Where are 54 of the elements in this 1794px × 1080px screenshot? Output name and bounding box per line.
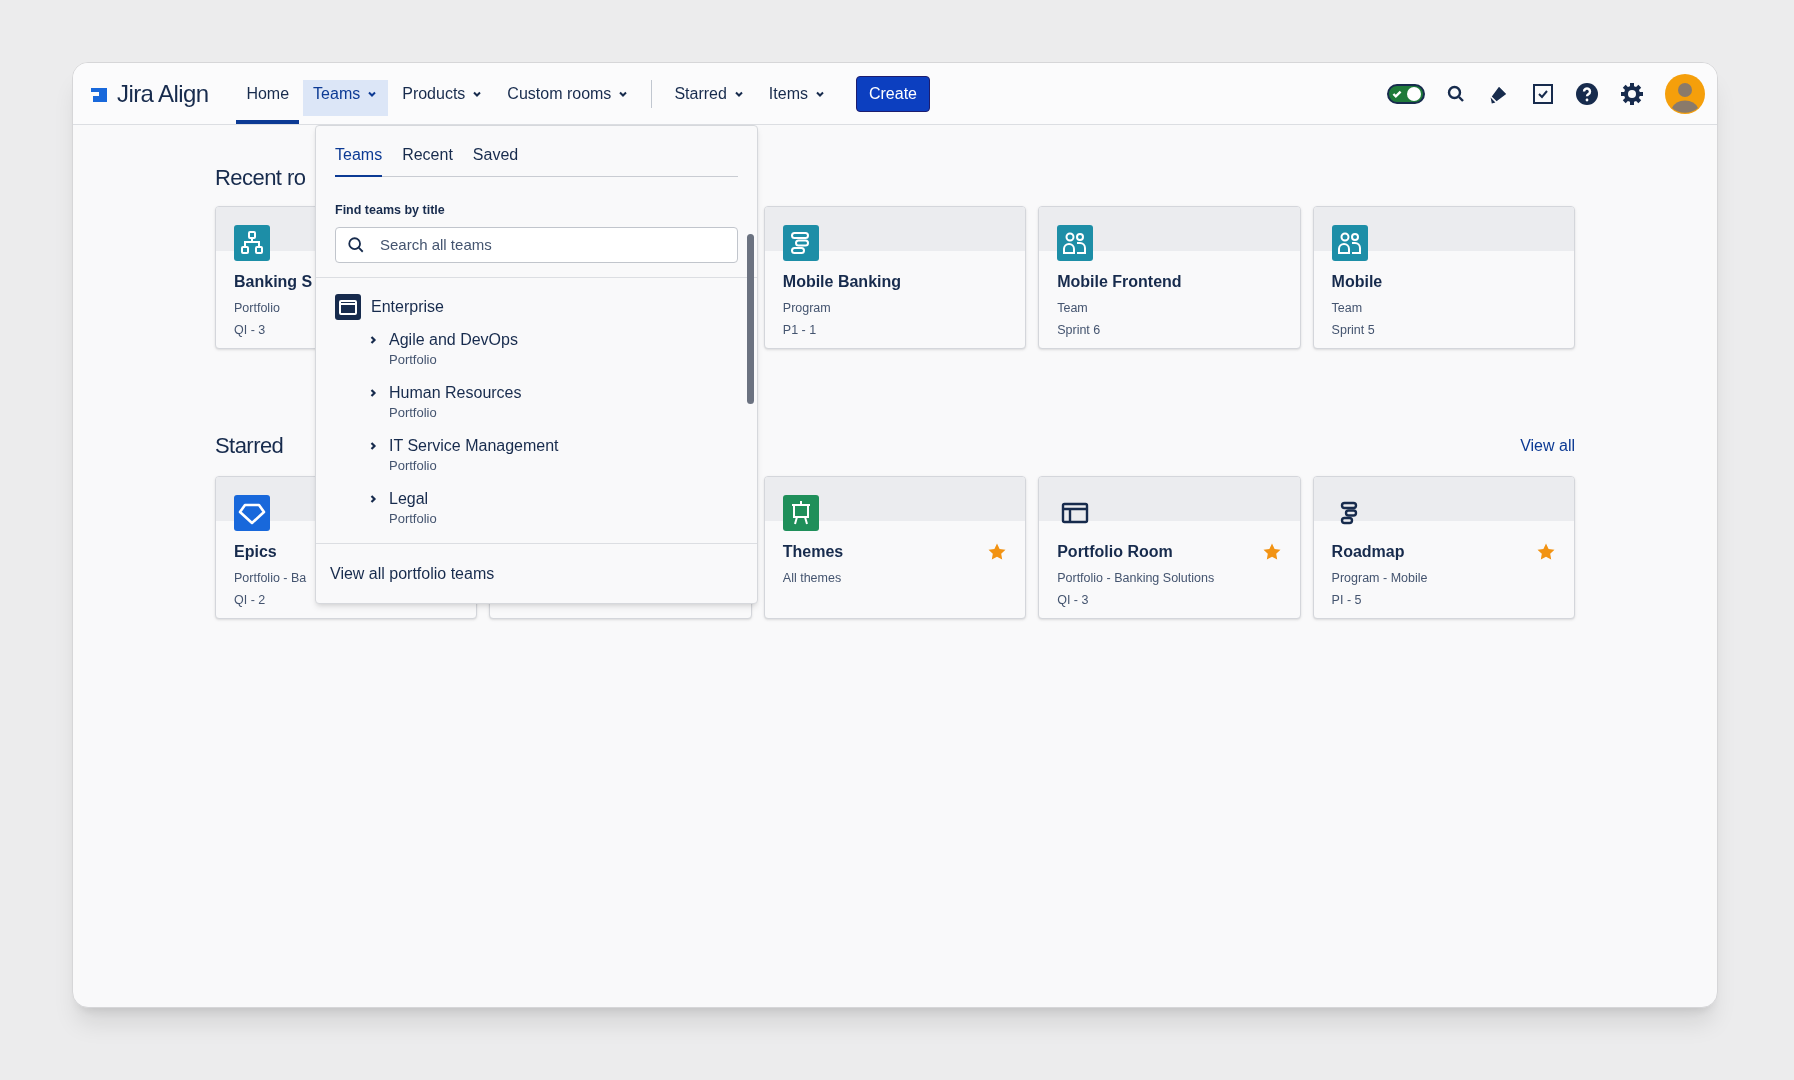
card-subtitle: Portfolio - Ba xyxy=(234,571,307,585)
view-all-link[interactable]: View all xyxy=(1520,433,1575,458)
card-title: Roadmap xyxy=(1331,542,1405,562)
team-name[interactable]: Legal xyxy=(389,488,437,509)
room-card[interactable]: Mobile Banking Program P1 - 1 xyxy=(763,206,1027,349)
card-detail: QI - 3 xyxy=(1057,593,1089,607)
create-button[interactable]: Create xyxy=(855,75,930,112)
card-subtitle: Portfolio xyxy=(234,301,280,315)
card-detail: Sprint 6 xyxy=(1057,323,1101,337)
card-title: Mobile Banking xyxy=(782,272,902,292)
card-title: Epics xyxy=(234,542,277,562)
card-title: Themes xyxy=(782,542,844,562)
card-subtitle: Program xyxy=(782,301,831,315)
card-title: Mobile xyxy=(1331,272,1383,292)
card-subtitle: Team xyxy=(1331,301,1363,315)
room-card[interactable]: Portfolio Room Portfolio - Banking Solutions QI - 3 xyxy=(1038,476,1301,619)
team-type: Portfolio xyxy=(389,350,438,369)
card-detail: PI - 5 xyxy=(1331,593,1362,607)
card-detail: P1 - 1 xyxy=(782,323,817,337)
search-field[interactable]: Search all teams xyxy=(335,226,738,263)
card-title: Portfolio Room xyxy=(1057,542,1173,562)
nav-menu-item[interactable]: Custom rooms xyxy=(497,63,640,124)
team-name[interactable]: Agile and DevOps xyxy=(389,329,518,350)
nav-menu-item[interactable]: Home xyxy=(236,63,300,124)
card-subtitle: Program - Mobile xyxy=(1331,571,1428,585)
nav-menu-item[interactable]: Items xyxy=(758,63,836,124)
room-card[interactable]: Mobile Frontend Team Sprint 6 xyxy=(1038,206,1301,349)
card-subtitle: All themes xyxy=(782,571,842,585)
card-detail: QI - 3 xyxy=(234,323,266,337)
card-subtitle: Team xyxy=(1057,301,1088,315)
team-name[interactable]: Human Resources xyxy=(389,382,522,403)
section-title: Recent ro xyxy=(215,164,307,192)
view-all-link[interactable]: View all portfolio teams xyxy=(330,561,495,586)
team-type: Portfolio xyxy=(389,509,437,528)
team-name[interactable]: IT Service Management xyxy=(389,435,559,456)
nav-menu-item[interactable]: Products xyxy=(392,63,494,124)
card-detail: Sprint 5 xyxy=(1331,323,1375,337)
dropdown-tab[interactable]: Recent xyxy=(402,143,453,177)
group-title[interactable]: Enterprise xyxy=(371,294,444,319)
team-type: Portfolio xyxy=(389,456,438,475)
card-detail: QI - 2 xyxy=(234,593,266,607)
nav-menu-item[interactable]: Starred xyxy=(664,63,755,124)
room-card[interactable]: Mobile Team Sprint 5 xyxy=(1312,206,1575,349)
card-title: Mobile Frontend xyxy=(1057,272,1182,292)
card-title: Banking S xyxy=(234,272,313,292)
card-subtitle: Portfolio - Banking Solutions xyxy=(1057,571,1215,585)
field-label: Find teams by title xyxy=(335,202,446,219)
room-card[interactable]: Roadmap Program - Mobile PI - 5 xyxy=(1312,476,1575,619)
section-title: Starred xyxy=(215,432,284,460)
brand-name: Jira Align xyxy=(117,78,209,109)
dropdown-tab[interactable]: Teams xyxy=(335,143,383,177)
dropdown-tab[interactable]: Saved xyxy=(472,143,519,177)
team-type: Portfolio xyxy=(389,403,438,422)
room-card[interactable]: Themes All themes xyxy=(763,476,1027,619)
